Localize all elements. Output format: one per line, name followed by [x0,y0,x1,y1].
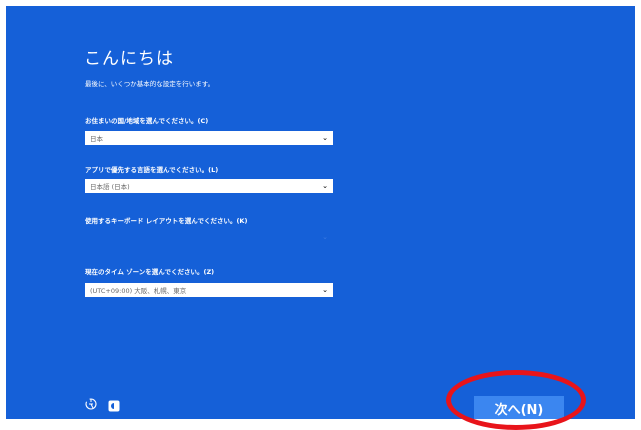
timezone-value: (UTC+09:00) 大阪、札幌、東京 [90,287,187,295]
chevron-down-icon: ⌄ [322,134,328,142]
timezone-label: 現在のタイム ゾーンを選んでください。(Z) [85,268,215,276]
region-label: お住まいの国/地域を選んでください。(C) [85,117,209,125]
language-label: アプリで優先する言語を選んでください。(L) [85,166,219,174]
setup-screen: こんにちは 最後に、いくつか基本的な設定を行います。 お住まいの国/地域を選んで… [6,6,635,419]
region-select[interactable]: 日本 ⌄ [85,131,333,145]
page-subtitle: 最後に、いくつか基本的な設定を行います。 [85,80,215,88]
power-icon[interactable] [108,397,120,416]
chevron-down-icon: ⌄ [322,182,328,190]
keyboard-select[interactable]: ⌄ [85,231,333,245]
language-value: 日本語 (日本) [90,183,130,191]
accessibility-icon[interactable] [84,396,98,415]
language-select[interactable]: 日本語 (日本) ⌄ [85,179,333,193]
chevron-down-icon: ⌄ [322,233,328,241]
page-title: こんにちは [84,49,174,69]
timezone-select[interactable]: (UTC+09:00) 大阪、札幌、東京 ⌄ [85,283,333,297]
highlight-ring [446,370,586,430]
chevron-down-icon: ⌄ [322,286,328,294]
keyboard-label: 使用するキーボード レイアウトを選んでください。(K) [85,217,248,225]
region-value: 日本 [90,135,103,143]
